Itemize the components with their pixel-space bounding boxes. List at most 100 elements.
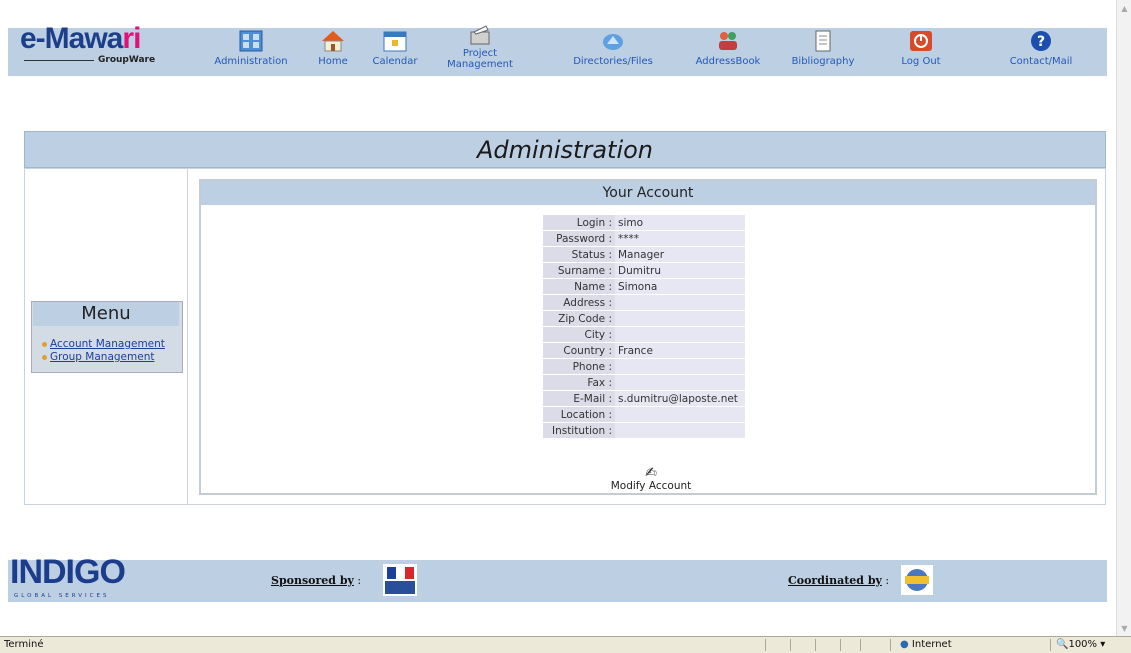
field-value bbox=[615, 359, 745, 374]
field-value: France bbox=[615, 343, 745, 358]
account-field-row: Fax : bbox=[543, 375, 745, 390]
account-field-row: Password : **** bbox=[543, 231, 745, 246]
account-field-row: Location : bbox=[543, 407, 745, 422]
field-label: Country : bbox=[543, 343, 615, 358]
field-value: Simona bbox=[615, 279, 745, 294]
help-icon: ? bbox=[1031, 31, 1051, 51]
emawari-logo[interactable]: e-Mawari GroupWare bbox=[20, 22, 170, 72]
field-value bbox=[615, 295, 745, 310]
field-label: Location : bbox=[543, 407, 615, 422]
nav-project-management[interactable]: Project Management bbox=[440, 25, 520, 76]
field-value bbox=[615, 423, 745, 438]
indigo-logo: INDIGO GLOBAL SERVICES bbox=[10, 553, 170, 603]
status-separator bbox=[815, 639, 816, 651]
indigo-logo-text: INDIGO bbox=[10, 553, 126, 591]
field-label: Password : bbox=[543, 231, 615, 246]
bullet-icon bbox=[42, 341, 47, 347]
nav-bibliography[interactable]: Bibliography bbox=[778, 28, 868, 76]
sponsored-label: Sponsored by bbox=[271, 574, 354, 587]
field-value bbox=[615, 407, 745, 422]
status-text: Terminé bbox=[4, 639, 44, 650]
field-label: Institution : bbox=[543, 423, 615, 438]
coordinator-logo-icon[interactable] bbox=[901, 565, 933, 595]
browser-status-bar: Terminé ● Internet 🔍100% ▾ bbox=[0, 636, 1131, 653]
nav-administration[interactable]: Administration bbox=[206, 28, 296, 76]
account-field-row: Surname : Dumitru bbox=[543, 263, 745, 278]
status-separator bbox=[1050, 639, 1051, 651]
zone-label: Internet bbox=[911, 639, 952, 650]
nav-label: Log Out bbox=[901, 56, 941, 67]
status-separator bbox=[765, 639, 766, 651]
power-icon bbox=[910, 31, 932, 51]
bibliography-icon bbox=[815, 30, 831, 52]
coordinated-by: Coordinated by : bbox=[788, 574, 890, 587]
nav-label: Bibliography bbox=[791, 56, 855, 67]
logo-subtitle: GroupWare bbox=[98, 55, 156, 65]
nav-home[interactable]: Home bbox=[314, 28, 352, 76]
account-field-row: Country : France bbox=[543, 343, 745, 358]
scroll-up-icon[interactable]: ▲ bbox=[1120, 4, 1129, 13]
side-menu: Menu Account Management Group Management bbox=[31, 301, 183, 373]
vertical-scrollbar[interactable]: ▲ ▼ bbox=[1116, 0, 1131, 636]
nav-label: Home bbox=[318, 56, 348, 67]
nav-calendar[interactable]: Calendar bbox=[368, 28, 422, 76]
account-field-row: Login : simo bbox=[543, 215, 745, 230]
indigo-logo-subtitle: GLOBAL SERVICES bbox=[14, 593, 110, 599]
french-ministry-logo-icon[interactable] bbox=[383, 564, 417, 596]
account-field-row: E-Mail : s.dumitru@laposte.net bbox=[543, 391, 745, 406]
calendar-icon bbox=[383, 31, 407, 52]
zoom-icon: 🔍 bbox=[1056, 639, 1069, 650]
column-divider bbox=[187, 169, 188, 504]
nav-label: Directories/Files bbox=[573, 56, 653, 67]
zoom-control[interactable]: 🔍100% ▾ bbox=[1056, 639, 1105, 650]
zoom-level: 100% bbox=[1068, 639, 1098, 650]
account-field-row: Status : Manager bbox=[543, 247, 745, 262]
account-field-row: City : bbox=[543, 327, 745, 342]
account-info-table: Login : simo Password : **** Status : Manager… bbox=[543, 214, 745, 439]
menu-item-label: Group Management bbox=[50, 351, 155, 363]
field-value: Manager bbox=[615, 247, 745, 262]
coordinated-label: Coordinated by bbox=[788, 574, 882, 587]
page-title: Administration bbox=[476, 136, 654, 164]
field-label: Login : bbox=[543, 215, 615, 230]
menu-item-group-management[interactable]: Group Management bbox=[42, 351, 154, 363]
project-management-icon bbox=[470, 25, 490, 45]
nav-label: Project Management bbox=[447, 48, 513, 70]
account-field-row: Address : bbox=[543, 295, 745, 310]
field-label: Surname : bbox=[543, 263, 615, 278]
security-zone[interactable]: ● Internet bbox=[900, 639, 952, 650]
svg-text:?: ? bbox=[1037, 34, 1045, 50]
page-title-bar: Administration bbox=[24, 131, 1106, 168]
nav-label: Calendar bbox=[372, 56, 418, 67]
modify-account-label: Modify Account bbox=[610, 480, 692, 492]
menu-item-account-management[interactable]: Account Management bbox=[42, 338, 165, 350]
account-panel-title: Your Account bbox=[201, 181, 1095, 205]
field-value: **** bbox=[615, 231, 745, 246]
field-value: simo bbox=[615, 215, 745, 230]
footer-bar: INDIGO GLOBAL SERVICES Sponsored by : Co… bbox=[8, 553, 1107, 602]
field-label: Address : bbox=[543, 295, 615, 310]
nav-log-out[interactable]: Log Out bbox=[891, 28, 951, 76]
modify-account-button[interactable]: ✍ Modify Account bbox=[601, 466, 701, 492]
scroll-down-icon[interactable]: ▼ bbox=[1120, 624, 1129, 633]
administration-icon bbox=[239, 30, 263, 52]
logo-text: e-Mawari bbox=[20, 22, 141, 55]
field-label: Zip Code : bbox=[543, 311, 615, 326]
nav-contact-mail[interactable]: ? Contact/Mail bbox=[996, 28, 1086, 76]
status-separator bbox=[790, 639, 791, 651]
field-value: s.dumitru@laposte.net bbox=[615, 391, 745, 406]
account-field-row: Phone : bbox=[543, 359, 745, 374]
main-content: Menu Account Management Group Management… bbox=[24, 168, 1106, 505]
browser-page: e-Mawari GroupWare Administration Home C… bbox=[0, 0, 1116, 636]
nav-addressbook[interactable]: AddressBook bbox=[686, 28, 770, 76]
status-separator bbox=[840, 639, 841, 651]
menu-item-label: Account Management bbox=[50, 338, 165, 350]
pen-icon: ✍ bbox=[645, 465, 657, 481]
top-navigation-bar: e-Mawari GroupWare Administration Home C… bbox=[8, 22, 1107, 76]
field-label: E-Mail : bbox=[543, 391, 615, 406]
addressbook-icon bbox=[719, 32, 737, 50]
sponsored-by: Sponsored by : bbox=[271, 574, 362, 587]
nav-directories-files[interactable]: Directories/Files bbox=[558, 28, 668, 76]
status-separator bbox=[860, 639, 861, 651]
field-label: City : bbox=[543, 327, 615, 342]
